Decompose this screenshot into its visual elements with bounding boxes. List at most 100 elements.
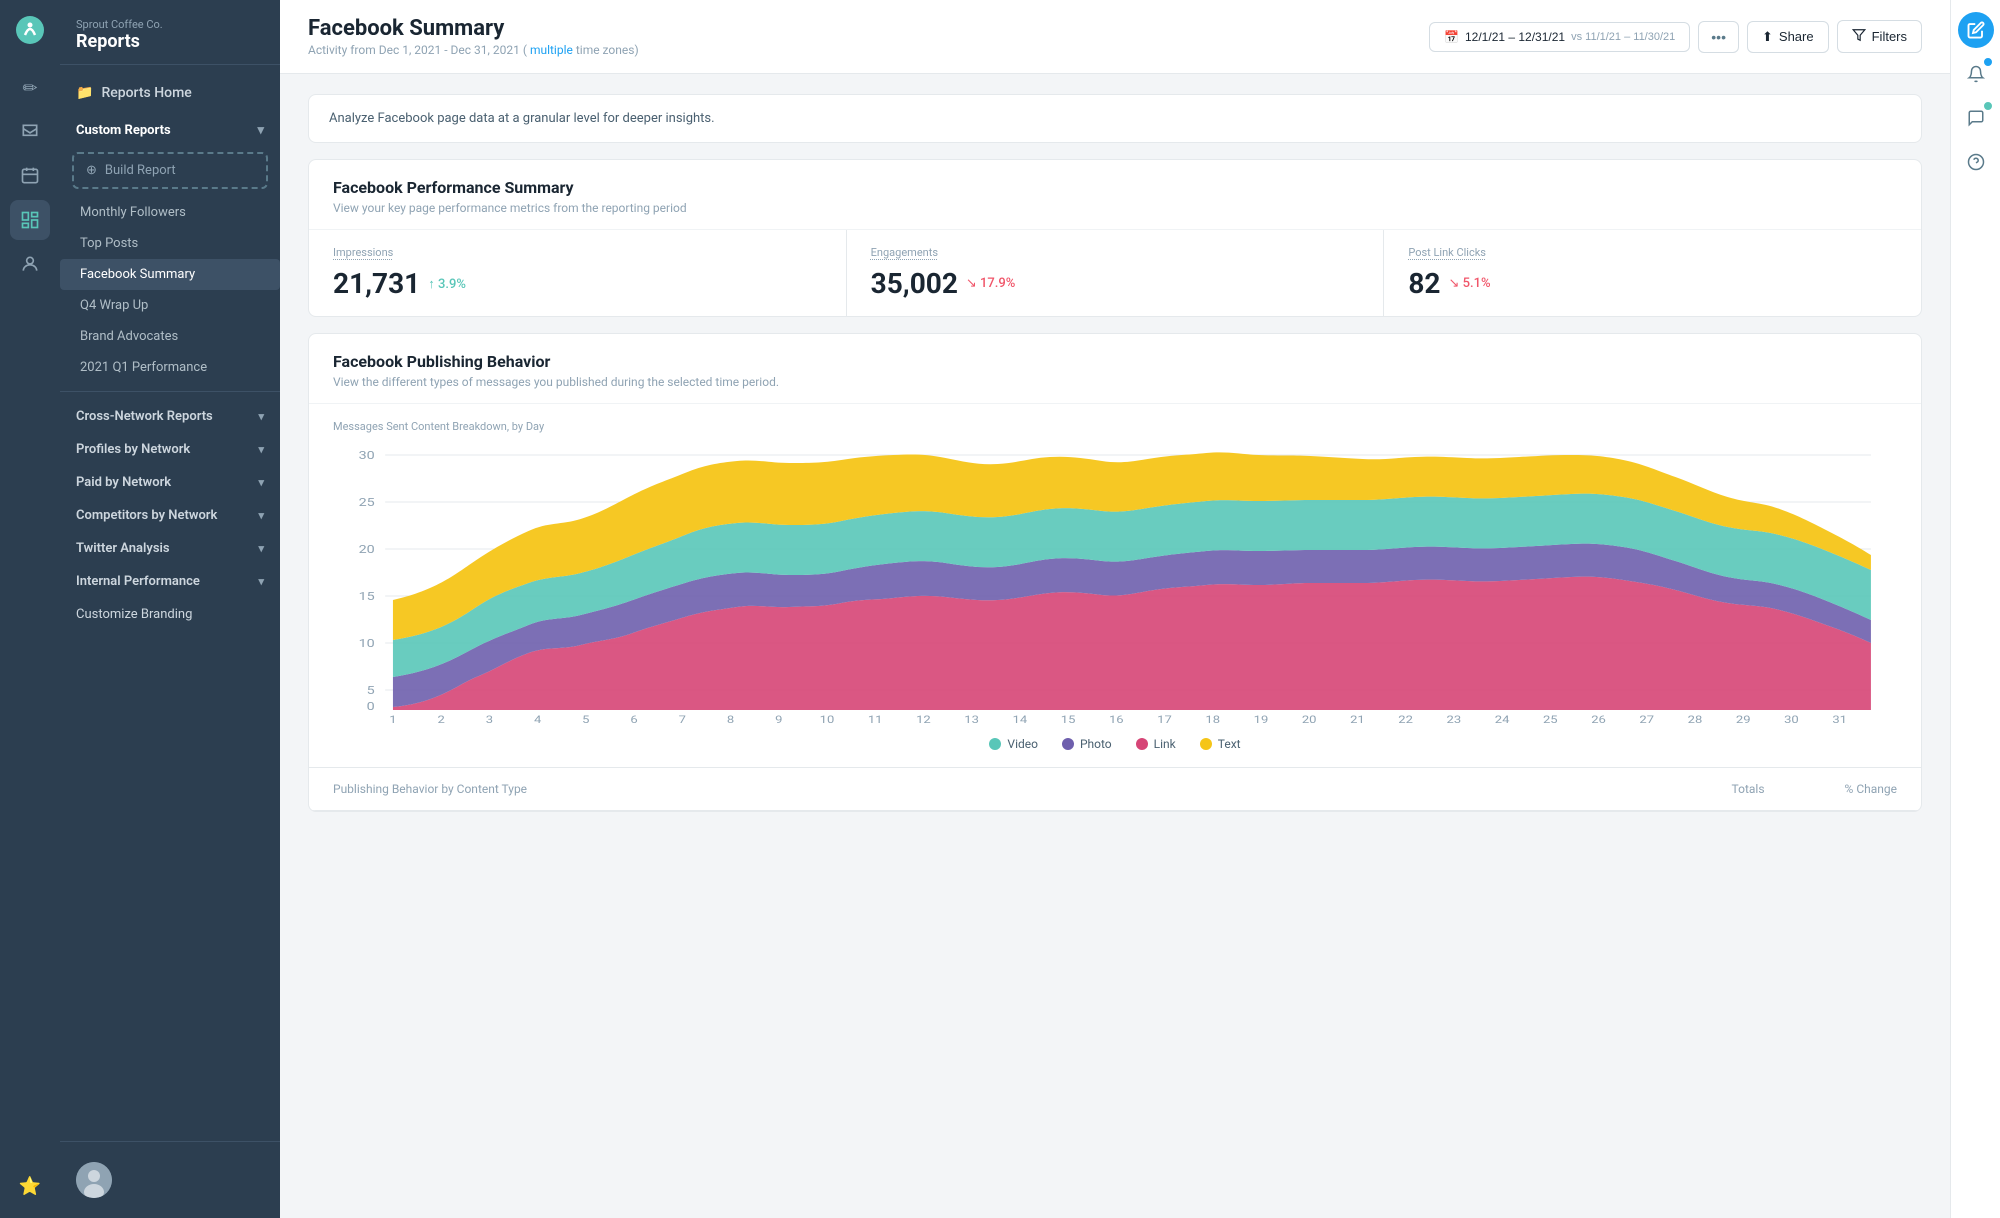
- sidebar-item-top-posts[interactable]: Top Posts: [60, 228, 280, 259]
- table-col1: Publishing Behavior by Content Type: [333, 782, 527, 796]
- chevron-down-icon: ▾: [258, 410, 264, 423]
- svg-text:29: 29: [1736, 714, 1751, 725]
- app-title: Reports: [76, 31, 264, 52]
- table-preview: Publishing Behavior by Content Type Tota…: [309, 767, 1921, 811]
- chart-section: Messages Sent Content Breakdown, by Day …: [309, 404, 1921, 767]
- build-report-button[interactable]: ⊕ Build Report: [72, 152, 268, 189]
- right-panel: [1950, 0, 2000, 1218]
- subtitle-paren: (: [523, 43, 527, 57]
- performance-card-header: Facebook Performance Summary View your k…: [309, 160, 1921, 230]
- svg-text:16: 16: [1109, 714, 1124, 725]
- cross-network-item[interactable]: Cross-Network Reports ▾: [60, 400, 280, 433]
- share-button[interactable]: ⬆ Share: [1747, 21, 1829, 53]
- sidebar-item-facebook-summary[interactable]: Facebook Summary: [60, 259, 280, 290]
- paid-by-network-item[interactable]: Paid by Network ▾: [60, 466, 280, 499]
- compose-icon[interactable]: ✏: [10, 68, 50, 108]
- svg-text:14: 14: [1013, 714, 1028, 725]
- photo-label: Photo: [1080, 737, 1112, 751]
- internal-performance-item[interactable]: Internal Performance ▾: [60, 565, 280, 598]
- svg-text:23: 23: [1447, 714, 1462, 725]
- chevron-down-icon: ▾: [258, 542, 264, 555]
- svg-text:9: 9: [775, 714, 782, 725]
- edit-create-button[interactable]: [1958, 12, 1994, 48]
- link-color-dot: [1136, 738, 1148, 750]
- sidebar-item-2021-q1[interactable]: 2021 Q1 Performance: [60, 352, 280, 383]
- sidebar-item-q4-wrap-up[interactable]: Q4 Wrap Up: [60, 290, 280, 321]
- svg-text:21: 21: [1350, 714, 1365, 725]
- svg-text:18: 18: [1205, 714, 1220, 725]
- svg-text:1: 1: [389, 714, 396, 725]
- twitter-analysis-item[interactable]: Twitter Analysis ▾: [60, 532, 280, 565]
- page-title-wrap: Facebook Summary Activity from Dec 1, 20…: [308, 16, 639, 57]
- publishing-card-subtitle: View the different types of messages you…: [333, 375, 1897, 389]
- user-avatar-wrap[interactable]: [60, 1154, 280, 1206]
- chevron-down-icon: ▾: [258, 575, 264, 588]
- star-icon[interactable]: ⭐: [10, 1166, 50, 1206]
- reports-home-label: Reports Home: [101, 85, 191, 101]
- svg-text:24: 24: [1495, 714, 1510, 725]
- sidebar-bottom: [60, 1141, 280, 1218]
- area-chart: 30 25 20 15 10 5 0: [333, 445, 1897, 725]
- table-col2: Totals: [1732, 782, 1765, 796]
- svg-text:0: 0: [367, 701, 375, 714]
- listening-icon[interactable]: [10, 244, 50, 284]
- multiple-timezones-link[interactable]: multiple: [530, 43, 573, 57]
- sidebar-item-brand-advocates[interactable]: Brand Advocates: [60, 321, 280, 352]
- profiles-by-network-item[interactable]: Profiles by Network ▾: [60, 433, 280, 466]
- svg-text:4: 4: [534, 714, 542, 725]
- publishing-card-header: Facebook Publishing Behavior View the di…: [309, 334, 1921, 404]
- area-chart-svg: 30 25 20 15 10 5 0: [333, 445, 1897, 725]
- svg-text:25: 25: [359, 497, 375, 510]
- reports-icon[interactable]: [10, 200, 50, 240]
- more-options-button[interactable]: •••: [1698, 21, 1739, 53]
- build-icon: ⊕: [86, 163, 97, 178]
- chart-label: Messages Sent Content Breakdown, by Day: [333, 420, 1897, 433]
- app-logo: [12, 12, 48, 48]
- publishing-icon[interactable]: [10, 156, 50, 196]
- table-right-cols: Totals % Change: [1732, 782, 1897, 796]
- company-name: Sprout Coffee Co.: [76, 18, 264, 31]
- help-button[interactable]: [1958, 144, 1994, 180]
- text-label: Text: [1218, 737, 1241, 751]
- video-color-dot: [989, 738, 1001, 750]
- svg-text:13: 13: [964, 714, 979, 725]
- date-range-button[interactable]: 📅 12/1/21 – 12/31/21 vs 11/1/21 – 11/30/…: [1429, 22, 1690, 52]
- inbox-icon[interactable]: [10, 112, 50, 152]
- messages-button[interactable]: [1958, 100, 1994, 136]
- share-icon: ⬆: [1762, 29, 1773, 45]
- filters-button[interactable]: Filters: [1837, 20, 1922, 53]
- svg-text:20: 20: [359, 544, 375, 557]
- svg-text:31: 31: [1832, 714, 1847, 725]
- legend-text: Text: [1200, 737, 1241, 751]
- metrics-row: Impressions 21,731 ↑ 3.9% Engagements 35…: [309, 230, 1921, 316]
- build-report-label: Build Report: [105, 163, 176, 178]
- svg-text:26: 26: [1591, 714, 1606, 725]
- svg-text:15: 15: [1061, 714, 1076, 725]
- sidebar-item-monthly-followers[interactable]: Monthly Followers: [60, 197, 280, 228]
- engagements-value: 35,002 ↘ 17.9%: [871, 267, 1360, 300]
- sidebar-sections: Cross-Network Reports ▾ Profiles by Netw…: [60, 391, 280, 639]
- chart-legend: Video Photo Link Text: [333, 725, 1897, 759]
- svg-text:6: 6: [630, 714, 637, 725]
- messages-badge: [1982, 100, 1994, 112]
- post-link-clicks-metric: Post Link Clicks 82 ↘ 5.1%: [1384, 230, 1921, 316]
- info-text: Analyze Facebook page data at a granular…: [329, 111, 715, 126]
- table-col3: % Change: [1845, 782, 1897, 796]
- competitors-by-network-item[interactable]: Competitors by Network ▾: [60, 499, 280, 532]
- customize-branding-item[interactable]: Customize Branding: [60, 598, 280, 631]
- header-actions: 📅 12/1/21 – 12/31/21 vs 11/1/21 – 11/30/…: [1429, 20, 1922, 53]
- svg-text:27: 27: [1639, 714, 1654, 725]
- info-banner: Analyze Facebook page data at a granular…: [308, 94, 1922, 143]
- svg-text:3: 3: [486, 714, 493, 725]
- svg-text:10: 10: [359, 638, 375, 651]
- post-link-clicks-change: ↘ 5.1%: [1448, 276, 1490, 291]
- custom-reports-header[interactable]: Custom Reports ▾: [60, 113, 280, 144]
- reports-home-item[interactable]: 📁 Reports Home: [60, 73, 280, 113]
- legend-link: Link: [1136, 737, 1176, 751]
- impressions-metric: Impressions 21,731 ↑ 3.9%: [309, 230, 847, 316]
- notifications-button[interactable]: [1958, 56, 1994, 92]
- calendar-icon: 📅: [1444, 30, 1459, 44]
- svg-text:7: 7: [679, 714, 687, 725]
- date-vs-label: vs 11/1/21 – 11/30/21: [1571, 31, 1675, 43]
- page-subtitle: Activity from Dec 1, 2021 - Dec 31, 2021…: [308, 43, 639, 57]
